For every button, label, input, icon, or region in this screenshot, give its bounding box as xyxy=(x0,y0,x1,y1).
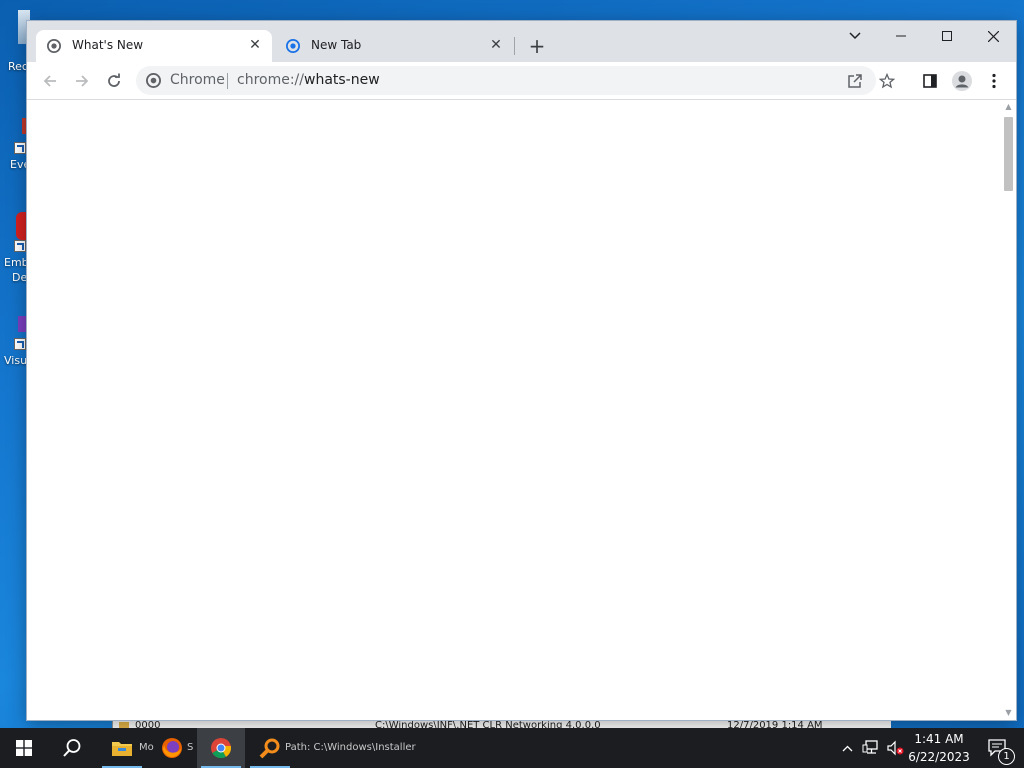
reload-button[interactable] xyxy=(100,67,128,95)
search-button[interactable] xyxy=(48,728,96,768)
url-prefix: chrome:// xyxy=(237,72,304,88)
shortcut-arrow-icon xyxy=(14,338,26,350)
show-hidden-icons-button[interactable] xyxy=(838,728,856,768)
close-icon xyxy=(987,30,999,42)
new-tab-button[interactable]: + xyxy=(525,34,549,58)
share-button[interactable] xyxy=(844,70,866,92)
profile-button[interactable] xyxy=(948,67,976,95)
arrow-right-icon xyxy=(76,75,89,87)
menu-button[interactable] xyxy=(980,67,1008,95)
desktop-icon-visual-studio[interactable]: Visu xyxy=(0,312,30,372)
shortcut-arrow-icon xyxy=(14,240,26,252)
network-tray-icon-button[interactable] xyxy=(860,728,882,768)
reload-icon xyxy=(108,73,120,87)
clock[interactable]: 1:41 AM 6/22/2023 xyxy=(905,730,973,766)
desktop-icon-label: Emb xyxy=(4,256,29,269)
bookmark-button[interactable] xyxy=(876,70,898,92)
side-panel-icon xyxy=(923,74,937,88)
firefox-icon xyxy=(162,738,182,758)
tab-search-button[interactable] xyxy=(832,21,878,51)
maximize-button[interactable] xyxy=(924,21,970,51)
tab-separator xyxy=(514,37,515,55)
windows-logo-icon xyxy=(16,740,32,756)
title-bar: What's New ✕ New Tab ✕ + xyxy=(27,21,1016,62)
maximize-icon xyxy=(942,31,952,41)
minimize-icon xyxy=(896,35,906,37)
chrome-logo-icon xyxy=(211,738,232,759)
magnifier-app-icon xyxy=(259,738,280,759)
chrome-taskbar-button[interactable] xyxy=(197,728,245,768)
close-window-button[interactable] xyxy=(970,21,1016,51)
desktop-icon-label: Visu xyxy=(4,354,28,367)
tab-title: What's New xyxy=(72,38,144,52)
desktop-icon-recycle-bin[interactable]: Rec xyxy=(0,8,30,74)
scroll-thumb[interactable] xyxy=(1004,117,1013,191)
chrome-icon xyxy=(286,39,300,53)
minimize-button[interactable] xyxy=(878,21,924,51)
chrome-icon xyxy=(146,73,161,88)
scroll-up-icon[interactable]: ▲ xyxy=(1001,100,1016,114)
vertical-scrollbar[interactable]: ▲ ▼ xyxy=(1001,100,1016,720)
page-content[interactable] xyxy=(27,100,1001,720)
kebab-menu-icon xyxy=(992,73,996,89)
close-tab-icon[interactable]: ✕ xyxy=(246,36,264,54)
omnibox-separator xyxy=(227,73,228,89)
arrow-left-icon xyxy=(43,75,56,87)
forward-button[interactable] xyxy=(68,67,96,95)
omnibox-url[interactable]: chrome://whats-new xyxy=(237,72,380,88)
search-tool-taskbar-button[interactable] xyxy=(246,728,294,768)
desktop-icon-label: Rec xyxy=(8,60,28,73)
taskbar-ghost-label: S xyxy=(187,742,194,753)
volume-muted-icon xyxy=(887,740,904,756)
folder-icon xyxy=(112,742,132,756)
desktop-icon-embarcadero[interactable]: Emb De xyxy=(0,210,30,290)
scroll-down-icon[interactable]: ▼ xyxy=(1001,706,1016,720)
network-icon xyxy=(862,740,878,754)
back-button[interactable] xyxy=(36,67,64,95)
chrome-icon xyxy=(47,39,61,53)
omnibox-scheme-label: Chrome xyxy=(170,72,225,88)
tab-title: New Tab xyxy=(311,38,362,52)
taskbar: Mo S Path: C:\Windows\Installer 1:41 AM … xyxy=(0,728,1024,768)
share-icon xyxy=(848,74,862,88)
shortcut-arrow-icon xyxy=(14,142,26,154)
side-panel-button[interactable] xyxy=(916,67,944,95)
action-center-button[interactable]: 1 xyxy=(978,728,1018,768)
omnibox[interactable]: Chrome chrome://whats-new xyxy=(136,66,895,95)
taskbar-ghost-label: Path: C:\Windows\Installer xyxy=(285,742,416,753)
clock-date: 6/22/2023 xyxy=(908,750,970,764)
avatar-icon xyxy=(952,71,972,91)
start-button[interactable] xyxy=(0,728,48,768)
desktop-icon-label: De xyxy=(12,271,28,284)
chevron-down-icon xyxy=(849,32,861,40)
star-icon xyxy=(879,73,895,89)
chrome-window: What's New ✕ New Tab ✕ + Chrome chrome:/… xyxy=(27,21,1016,720)
tab-whats-new[interactable]: What's New ✕ xyxy=(36,30,272,62)
search-icon xyxy=(63,739,81,757)
chevron-up-icon xyxy=(842,745,852,751)
close-tab-icon[interactable]: ✕ xyxy=(487,36,505,54)
toolbar: Chrome chrome://whats-new xyxy=(27,62,1016,100)
desktop-icon-event-viewer[interactable]: Eve xyxy=(0,118,30,174)
clock-time: 1:41 AM xyxy=(914,732,964,746)
url-path: whats-new xyxy=(304,72,380,88)
tab-new-tab[interactable]: New Tab ✕ xyxy=(275,30,513,62)
volume-tray-icon-button[interactable] xyxy=(884,728,906,768)
notification-count-badge: 1 xyxy=(998,748,1015,765)
